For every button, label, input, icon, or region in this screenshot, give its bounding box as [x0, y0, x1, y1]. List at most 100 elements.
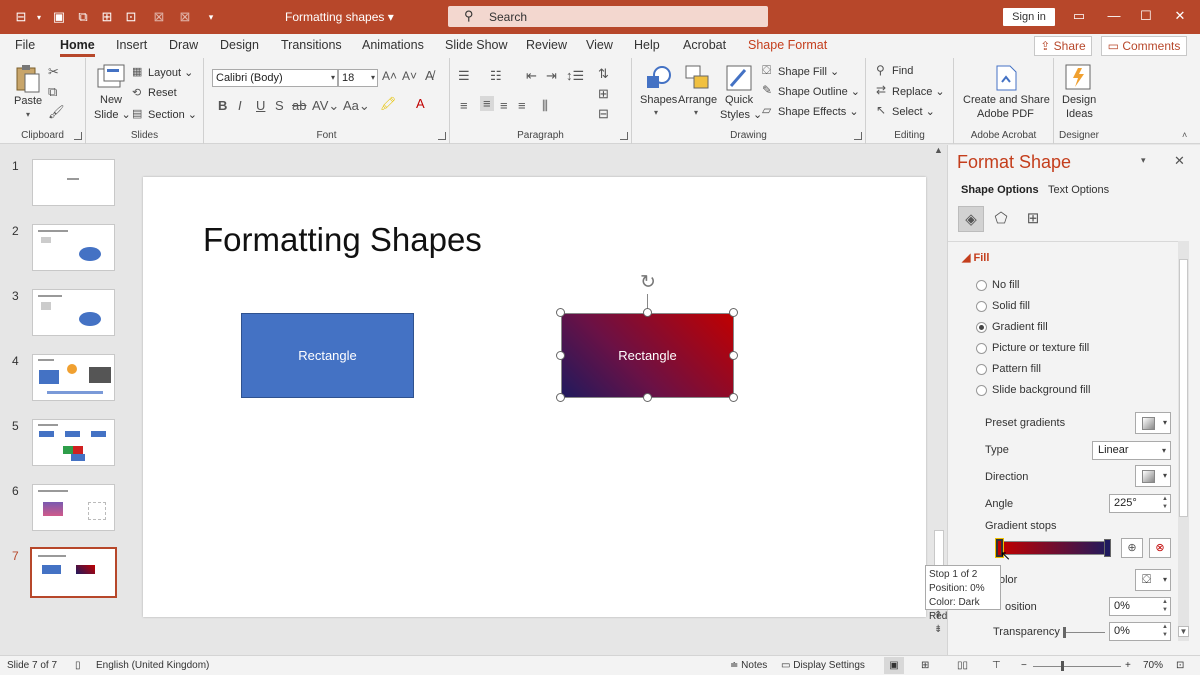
spinner-arrows-icon[interactable]: ▲ ▼ [1162, 495, 1168, 511]
resize-handle-e[interactable] [729, 351, 738, 360]
tab-shape-options[interactable]: Shape Options [961, 184, 1039, 196]
paragraph-launcher-icon[interactable] [620, 132, 628, 140]
slide-thumbnail-6[interactable] [32, 484, 115, 531]
shapes-icon[interactable] [644, 64, 672, 92]
minimize-icon[interactable]: — [1104, 8, 1124, 26]
transparency-spinner[interactable]: 0% ▲ ▼ [1109, 622, 1171, 641]
font-size-combo[interactable]: 18 ▾ [338, 69, 378, 87]
paste-label[interactable]: Paste [14, 95, 42, 107]
ungroup-icon[interactable]: ⊡ [122, 8, 140, 26]
decrease-font-icon[interactable]: A˅ [402, 69, 417, 83]
distribute-icon[interactable]: ⊠ [176, 8, 194, 26]
slide-title[interactable]: Formatting Shapes [203, 221, 482, 259]
resize-handle-nw[interactable] [556, 308, 565, 317]
size-properties-icon[interactable]: ⊞ [1020, 206, 1046, 232]
create-pdf-icon[interactable] [992, 64, 1020, 92]
close-pane-icon[interactable]: ✕ [1174, 153, 1185, 169]
customize-qat-icon[interactable]: ▾ [202, 8, 220, 26]
resize-handle-w[interactable] [556, 351, 565, 360]
select-button[interactable]: Select ⌄ [892, 105, 935, 118]
fill-line-icon[interactable]: ◈ [958, 206, 984, 232]
reset-button[interactable]: Reset [148, 87, 177, 99]
clipboard-launcher-icon[interactable] [74, 132, 82, 140]
align-text-icon[interactable]: ⊞ [598, 86, 609, 102]
shapes-label[interactable]: Shapes [640, 94, 677, 106]
italic-icon[interactable]: I [238, 98, 242, 113]
touch-mode-icon[interactable]: ⊟ [12, 8, 30, 26]
font-color-icon[interactable]: A [416, 96, 425, 111]
zoom-slider-thumb[interactable] [1061, 661, 1064, 671]
chevron-down-icon[interactable]: ▾ [694, 108, 698, 117]
zoom-slider[interactable] [1033, 666, 1121, 667]
increase-indent-icon[interactable]: ⇥ [546, 68, 557, 84]
slide-thumbnail-1[interactable] [32, 159, 115, 206]
remove-gradient-stop-icon[interactable]: ⊗ [1149, 538, 1171, 558]
duplicate-icon[interactable]: ⧉ [74, 8, 92, 26]
type-select[interactable]: Linear ▾ [1092, 441, 1171, 460]
tab-file[interactable]: File [15, 38, 35, 52]
bold-icon[interactable]: B [218, 98, 227, 113]
tab-review[interactable]: Review [526, 38, 567, 52]
font-launcher-icon[interactable] [438, 132, 446, 140]
format-painter-icon[interactable]: 🖌 [48, 104, 65, 120]
create-share-label-1[interactable]: Create and Share [963, 94, 1050, 106]
normal-view-icon[interactable]: ▣ [884, 657, 904, 674]
close-icon[interactable]: ✕ [1170, 8, 1190, 26]
radio-button[interactable] [976, 343, 987, 354]
pane-options-icon[interactable]: ▾ [1141, 155, 1146, 166]
font-name-combo[interactable]: Calibri (Body) ▾ [212, 69, 338, 87]
resize-handle-se[interactable] [729, 393, 738, 402]
tab-transitions[interactable]: Transitions [281, 38, 342, 52]
align-right-icon[interactable]: ≡ [500, 98, 508, 113]
zoom-in-icon[interactable]: + [1125, 660, 1131, 671]
slide-thumbnail-5[interactable] [32, 419, 115, 466]
scrollbar-thumb[interactable] [1179, 259, 1188, 517]
tab-acrobat[interactable]: Acrobat [683, 38, 726, 52]
tab-design[interactable]: Design [220, 38, 259, 52]
decrease-indent-icon[interactable]: ⇤ [526, 68, 537, 84]
text-direction-icon[interactable]: ⇅ [598, 66, 609, 82]
chevron-down-icon[interactable]: ▾ [26, 110, 30, 119]
align-icon[interactable]: ⊠ [150, 8, 168, 26]
comments-button[interactable]: ▭ Comments [1101, 36, 1187, 56]
tab-help[interactable]: Help [634, 38, 660, 52]
rotate-handle-icon[interactable]: ↻ [637, 272, 659, 294]
tab-animations[interactable]: Animations [362, 38, 424, 52]
smartart-icon[interactable]: ⊟ [598, 106, 609, 122]
sign-in-button[interactable]: Sign in [1003, 8, 1055, 26]
strikethrough-icon[interactable]: ab [292, 98, 306, 113]
document-title[interactable]: Formatting shapes ▾ [285, 10, 394, 24]
tab-view[interactable]: View [586, 38, 613, 52]
tab-text-options[interactable]: Text Options [1048, 184, 1109, 196]
drawing-launcher-icon[interactable] [854, 132, 862, 140]
quick-styles-label-2[interactable]: Styles ⌄ [720, 108, 762, 121]
chevron-down-icon[interactable]: ▾ [30, 8, 48, 26]
fit-to-window-icon[interactable]: ⊡ [1176, 660, 1184, 671]
slide-thumbnail-2[interactable] [32, 224, 115, 271]
share-button[interactable]: ⇪ Share [1034, 36, 1092, 56]
slide-sorter-icon[interactable]: ⊞ [921, 660, 929, 671]
slide-thumbnail-4[interactable] [32, 354, 115, 401]
underline-icon[interactable]: U [256, 98, 265, 113]
shape-outline-button[interactable]: Shape Outline ⌄ [778, 85, 860, 98]
line-spacing-icon[interactable]: ↕☰ [566, 68, 584, 84]
zoom-out-icon[interactable]: − [1021, 660, 1027, 671]
section-button[interactable]: Section ⌄ [148, 108, 197, 121]
tab-insert[interactable]: Insert [116, 38, 147, 52]
clear-formatting-icon[interactable]: A̸ [425, 68, 434, 83]
new-slide-icon[interactable] [96, 63, 125, 91]
tab-draw[interactable]: Draw [169, 38, 198, 52]
restore-icon[interactable]: ☐ [1136, 8, 1156, 26]
effects-icon[interactable]: ⬠ [988, 206, 1014, 232]
highlight-icon[interactable]: 🖍 [380, 96, 397, 112]
shape-fill-button[interactable]: Shape Fill ⌄ [778, 65, 839, 78]
color-picker-button[interactable]: ⛋ ▾ [1135, 569, 1171, 591]
radio-button[interactable] [976, 301, 987, 312]
slideshow-icon[interactable]: ⊤ [992, 660, 1001, 671]
justify-icon[interactable]: ≡ [518, 98, 526, 113]
radio-button[interactable] [976, 385, 987, 396]
bullets-icon[interactable]: ☰ [458, 68, 470, 84]
paste-icon[interactable] [13, 64, 41, 93]
layout-button[interactable]: Layout ⌄ [148, 66, 193, 79]
copy-icon[interactable]: ⧉ [48, 84, 57, 100]
